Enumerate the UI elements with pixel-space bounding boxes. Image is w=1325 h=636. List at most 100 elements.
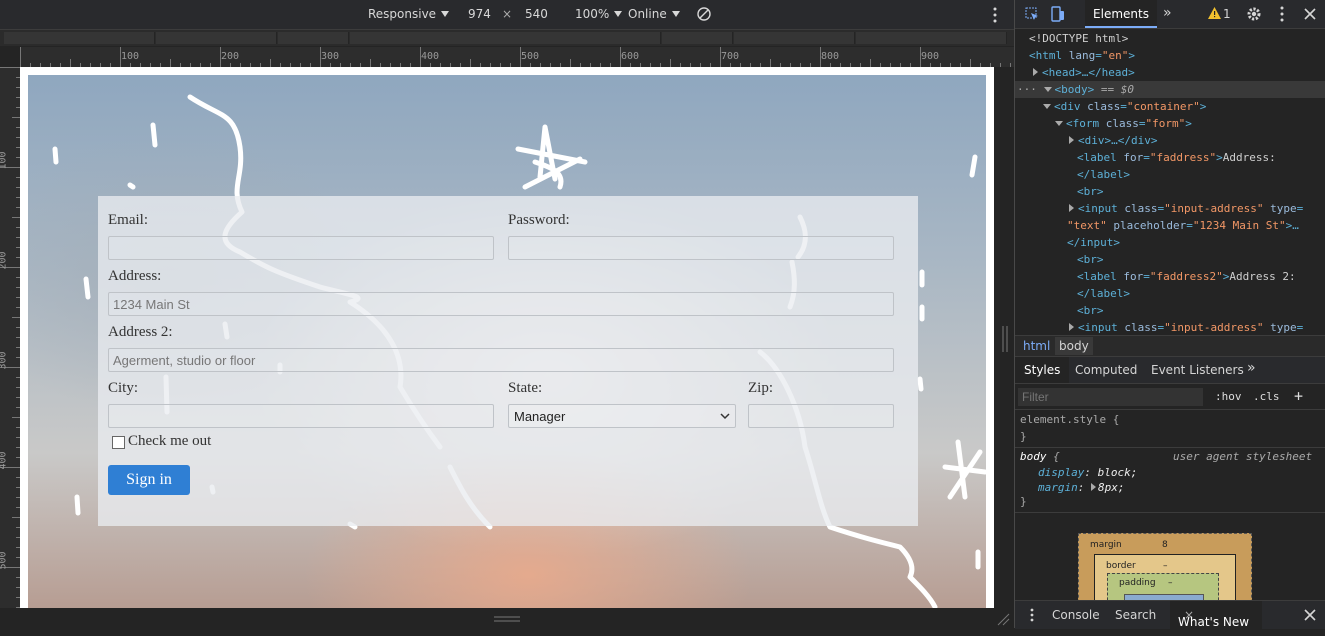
tag-text: <html [1029, 49, 1069, 62]
dom-line-head[interactable]: <head>…</head> [1033, 64, 1135, 81]
breadcrumb: html body [1015, 335, 1325, 357]
media-query-segment[interactable] [350, 32, 661, 44]
media-query-segment[interactable] [856, 32, 1007, 44]
close-icon[interactable] [1304, 8, 1316, 20]
zoom-select[interactable]: 100% [575, 7, 623, 21]
element-style-rule[interactable]: element.style { [1020, 413, 1119, 426]
text-node: Address: [1222, 151, 1276, 164]
media-query-segment[interactable] [4, 32, 155, 44]
expand-triangle-icon[interactable] [1069, 323, 1074, 331]
throttle-select[interactable]: Online [628, 7, 680, 21]
css-declaration[interactable]: display: block; [1038, 466, 1137, 479]
rotate-icon[interactable] [697, 7, 711, 21]
dom-line-form[interactable]: <form class="form"> [1055, 115, 1192, 132]
inspect-element-icon[interactable] [1025, 7, 1039, 21]
resize-handle-icon[interactable] [494, 616, 520, 622]
drawer-tab-console[interactable]: Console [1052, 608, 1100, 622]
more-tabs-button[interactable]: » [1163, 5, 1172, 21]
body-rule-selector[interactable]: body { [1020, 450, 1060, 463]
device-toggle-icon[interactable] [1051, 6, 1065, 22]
dom-line-input-cont[interactable]: "text" placeholder="1234 Main St">… [1067, 217, 1299, 234]
warning-icon[interactable] [1208, 7, 1221, 19]
drawer-tab-whats-new[interactable]: What's New × [1170, 601, 1262, 629]
attr-value: "text" [1067, 219, 1107, 232]
tag-text: <label [1077, 151, 1124, 164]
box-model-border-value[interactable]: – [1163, 561, 1168, 571]
collapse-triangle-icon[interactable] [1055, 121, 1063, 126]
media-query-segment[interactable] [734, 32, 855, 44]
email-field[interactable] [108, 236, 494, 260]
ruler-label: 300 [0, 351, 9, 370]
dom-line-input[interactable]: <input class="input-address" type= [1069, 319, 1303, 333]
dom-line-label-close[interactable]: </label> [1077, 285, 1130, 302]
city-field[interactable] [108, 404, 494, 428]
caret-down-icon [614, 11, 623, 17]
dom-line-input[interactable]: <input class="input-address" type= [1069, 200, 1303, 217]
dom-line-br[interactable]: <br> [1077, 302, 1104, 319]
breadcrumb-html[interactable]: html [1023, 339, 1050, 353]
dom-line-br[interactable]: <br> [1077, 251, 1104, 268]
selected-marker: == $0 [1094, 83, 1134, 96]
breadcrumb-body[interactable]: body [1055, 337, 1093, 355]
close-drawer-icon[interactable] [1304, 609, 1316, 621]
tab-elements[interactable]: Elements [1085, 0, 1157, 28]
collapse-triangle-icon[interactable] [1043, 104, 1051, 109]
dom-line-html[interactable]: <html lang="en"> [1029, 47, 1135, 64]
dom-line-label2[interactable]: <label for="faddress2">Address 2: [1077, 268, 1296, 285]
dom-line-div[interactable]: <div>…</div> [1069, 132, 1157, 149]
kebab-icon[interactable] [993, 7, 997, 23]
styles-filter-input[interactable] [1018, 388, 1203, 406]
address2-field[interactable] [108, 348, 894, 372]
drawer-tab-search[interactable]: Search [1115, 608, 1156, 622]
left-ruler: 100 200 300 400 500 [0, 67, 21, 608]
corner-resize-icon[interactable] [996, 612, 1010, 626]
dom-line-container[interactable]: <div class="container"> [1043, 98, 1206, 115]
width-input[interactable]: 974 [468, 7, 491, 21]
state-select[interactable]: Manager [508, 404, 736, 428]
media-query-segment[interactable] [156, 32, 277, 44]
sign-in-button[interactable]: Sign in [108, 465, 190, 495]
css-declaration[interactable]: margin: 8px; [1038, 481, 1125, 494]
dom-line-br[interactable]: <br> [1077, 183, 1104, 200]
password-field[interactable] [508, 236, 894, 260]
media-query-segment[interactable] [278, 32, 349, 44]
signup-form: Email: Password: Address: Address 2: Cit… [98, 196, 918, 526]
expand-triangle-icon[interactable] [1069, 204, 1074, 212]
cls-toggle[interactable]: .cls [1253, 390, 1280, 403]
tab-event-listeners[interactable]: Event Listeners [1151, 363, 1244, 377]
devtools-main-tabs: Elements » 1 [1015, 0, 1325, 29]
kebab-icon[interactable] [1030, 608, 1034, 622]
kebab-icon[interactable] [1280, 6, 1284, 22]
address-field[interactable] [108, 292, 894, 316]
device-select[interactable]: Responsive [368, 7, 450, 21]
tab-styles[interactable]: Styles [1015, 357, 1070, 383]
media-query-segment[interactable] [662, 32, 733, 44]
box-model-margin-value[interactable]: 8 [1162, 540, 1168, 550]
dom-line-label-close[interactable]: </label> [1077, 166, 1130, 183]
address-label: Address: [108, 268, 162, 284]
check-me-out-checkbox[interactable] [112, 436, 125, 449]
box-model-padding-value[interactable]: – [1168, 578, 1173, 588]
ruler-label: 500 [521, 51, 540, 62]
gear-icon[interactable] [1246, 6, 1262, 22]
ruler-label: 500 [0, 551, 9, 570]
warning-count: 1 [1223, 7, 1231, 21]
zip-field[interactable] [748, 404, 894, 428]
add-rule-button[interactable]: + [1294, 387, 1303, 405]
dom-line-doctype[interactable]: <!DOCTYPE html> [1029, 30, 1128, 47]
tab-computed[interactable]: Computed [1075, 363, 1137, 377]
expand-triangle-icon[interactable] [1091, 483, 1096, 491]
dom-line-label[interactable]: <label for="faddress">Address: [1077, 149, 1276, 166]
dom-line-input-close[interactable]: </input> [1067, 234, 1120, 251]
ruler-label: 400 [421, 51, 440, 62]
expand-triangle-icon[interactable] [1033, 68, 1038, 76]
collapse-triangle-icon[interactable] [1043, 87, 1052, 92]
side-resize-handle-icon[interactable] [1002, 326, 1008, 352]
height-input[interactable]: 540 [525, 7, 548, 21]
dom-line-body[interactable]: ··· <body> == $0 [1017, 81, 1134, 98]
media-query-bar[interactable] [0, 30, 1014, 46]
more-tabs-button[interactable]: » [1247, 360, 1256, 376]
css-property: display [1038, 466, 1085, 479]
expand-triangle-icon[interactable] [1069, 136, 1074, 144]
hov-toggle[interactable]: :hov [1215, 390, 1242, 403]
